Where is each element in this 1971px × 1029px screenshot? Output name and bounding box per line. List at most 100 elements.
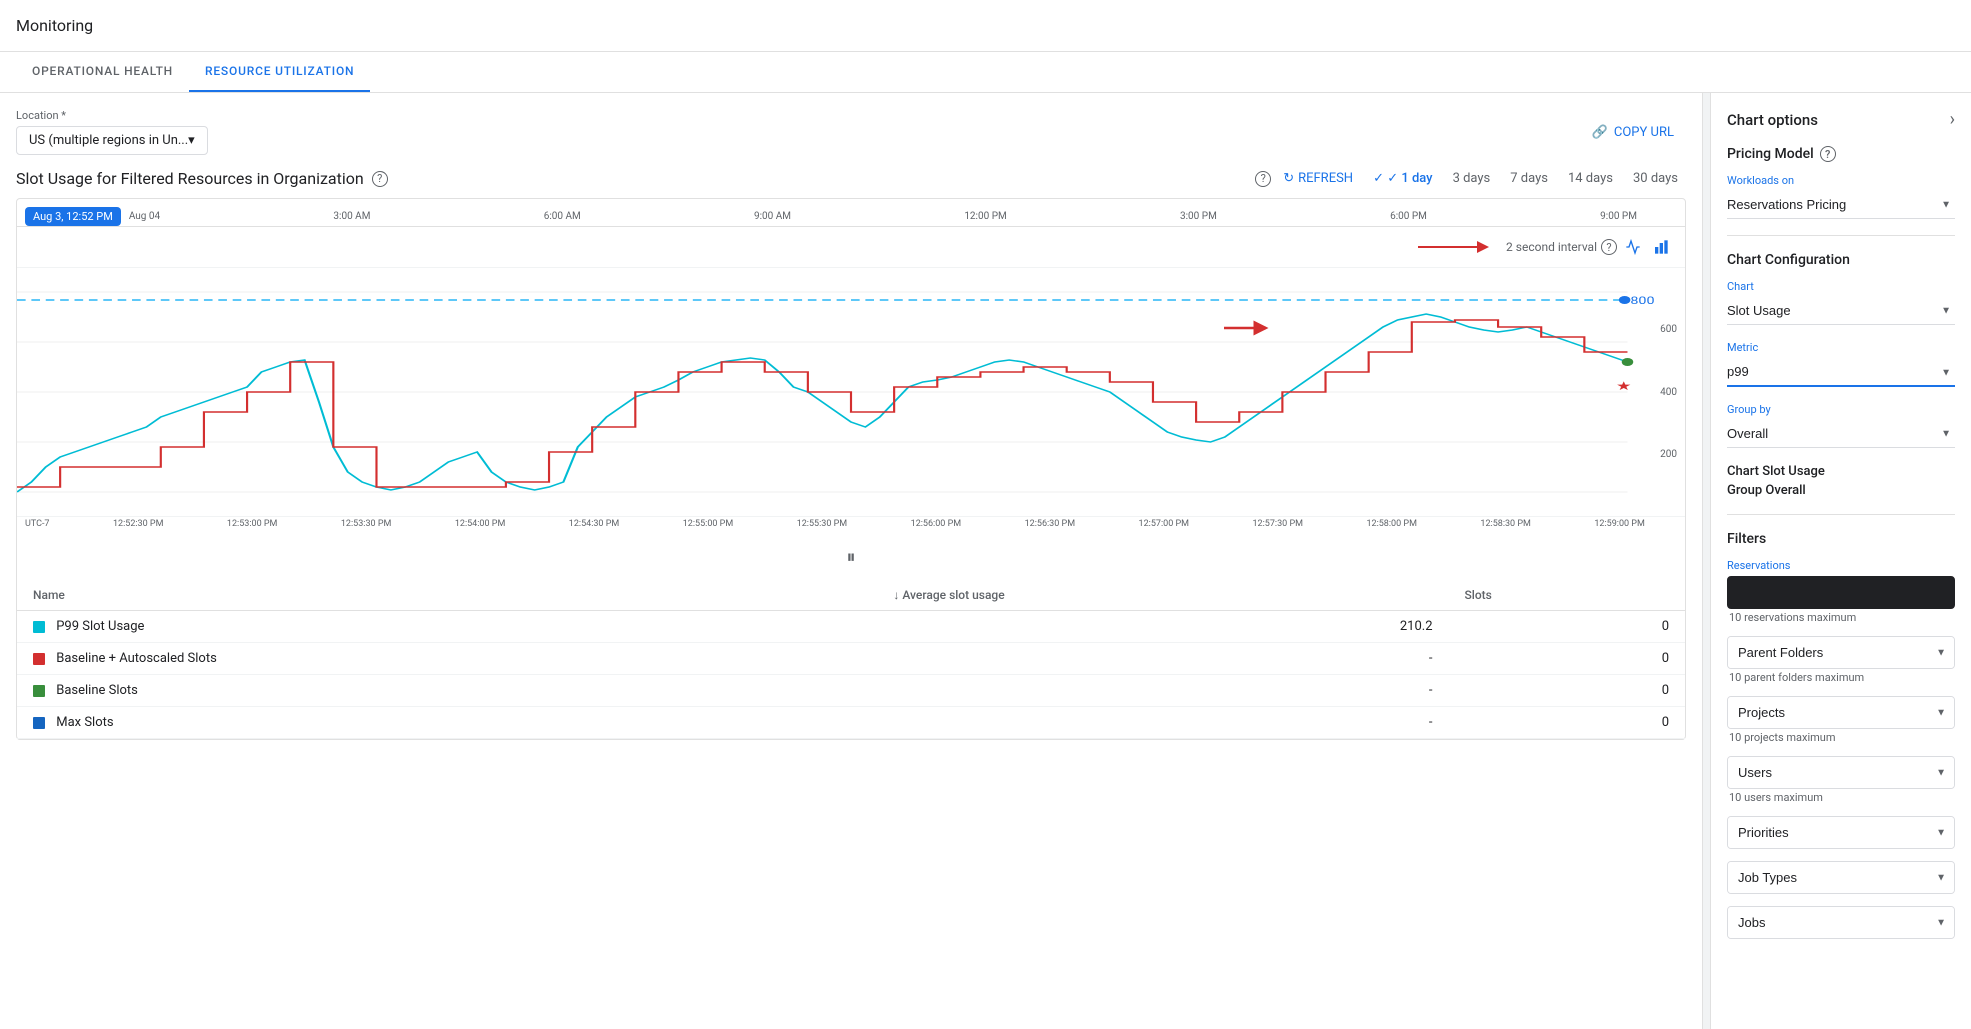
interval-label-group: 2 second interval ? xyxy=(1506,239,1617,255)
users-filter: Users 10 users maximum xyxy=(1727,756,1955,804)
workloads-select-wrapper: Reservations Pricing xyxy=(1727,191,1955,219)
chart-header: Slot Usage for Filtered Resources in Org… xyxy=(16,167,1686,190)
projects-filter: Projects 10 projects maximum xyxy=(1727,696,1955,744)
job-types-select[interactable]: Job Types xyxy=(1728,862,1954,893)
copy-url-button[interactable]: 🔗 COPY URL xyxy=(1580,119,1686,146)
chart-svg: 800 ★ xyxy=(17,272,1685,512)
row-1-color-dot xyxy=(33,621,45,633)
row-3-color-dot xyxy=(33,685,45,697)
tab-operational-health[interactable]: OPERATIONAL HEALTH xyxy=(16,52,189,92)
projects-select[interactable]: Projects xyxy=(1728,697,1954,728)
bar-chart-icon xyxy=(1653,239,1669,255)
group-overall-label: Group Overall xyxy=(1727,483,1955,498)
tab-resource-utilization[interactable]: RESOURCE UTILIZATION xyxy=(189,52,370,92)
panel-close-button[interactable]: › xyxy=(1950,109,1955,130)
row-2-slots: 0 xyxy=(1449,643,1686,675)
divider-2 xyxy=(1727,514,1955,515)
row-2-avg: - xyxy=(877,643,1448,675)
parent-folders-select-wrapper: Parent Folders xyxy=(1727,636,1955,669)
row-2-color-dot xyxy=(33,653,45,665)
svg-text:★: ★ xyxy=(1616,379,1631,394)
line-chart-icon-btn[interactable] xyxy=(1621,235,1645,259)
col-slots: Slots xyxy=(1449,580,1686,611)
reservations-hint: 10 reservations maximum xyxy=(1727,611,1955,624)
line-chart-icon xyxy=(1625,239,1641,255)
row-3-avg: - xyxy=(877,675,1448,707)
col-name: Name xyxy=(17,580,877,611)
users-hint: 10 users maximum xyxy=(1727,791,1955,804)
col-avg-slot-usage[interactable]: ↓ Average slot usage xyxy=(877,580,1448,611)
priorities-select[interactable]: Priorities xyxy=(1728,817,1954,848)
row-4-color-dot xyxy=(33,717,45,729)
row-4-avg: - xyxy=(877,707,1448,739)
row-1-avg: 210.2 xyxy=(877,611,1448,643)
row-1-slots: 0 xyxy=(1449,611,1686,643)
utc-label: UTC-7 xyxy=(25,519,50,529)
data-table: Name ↓ Average slot usage Slots P99 Slot… xyxy=(17,580,1685,739)
jobs-select[interactable]: Jobs xyxy=(1728,907,1954,938)
time-btn-14days[interactable]: 14 days xyxy=(1560,167,1621,190)
job-types-filter: Job Types xyxy=(1727,861,1955,894)
time-btn-30days[interactable]: 30 days xyxy=(1625,167,1686,190)
tabs-bar: OPERATIONAL HEALTH RESOURCE UTILIZATION xyxy=(0,52,1971,93)
time-9am: 9:00 AM xyxy=(754,211,791,222)
refresh-button[interactable]: ↻ REFRESH xyxy=(1283,171,1353,186)
metric-select-wrapper: p99 xyxy=(1727,358,1955,387)
time-range-buttons: ✓ 1 day 3 days 7 days 14 days 30 days xyxy=(1365,167,1686,190)
chart-field: Chart Slot Usage xyxy=(1727,280,1955,325)
interval-help-icon[interactable]: ? xyxy=(1601,239,1617,255)
content-area: Location * US (multiple regions in Un...… xyxy=(0,93,1703,1029)
parent-folders-select[interactable]: Parent Folders xyxy=(1728,637,1954,668)
row-3-name: Baseline Slots xyxy=(17,675,877,707)
group-by-select-wrapper: Overall xyxy=(1727,420,1955,448)
chart-controls: ? ↻ REFRESH ✓ 1 day 3 days 7 days 14 day… xyxy=(1255,167,1686,190)
pause-button[interactable]: ⏸ xyxy=(843,543,860,572)
app-header: Monitoring xyxy=(0,0,1971,52)
location-value: US (multiple regions in Un... xyxy=(29,133,188,148)
priorities-filter: Priorities xyxy=(1727,816,1955,849)
copy-url-label: COPY URL xyxy=(1614,125,1674,140)
location-dropdown[interactable]: US (multiple regions in Un... ▾ xyxy=(16,126,208,155)
time-9pm: 9:00 PM xyxy=(1600,211,1637,222)
chart-select[interactable]: Slot Usage xyxy=(1727,297,1955,325)
chart-controls-help-icon[interactable]: ? xyxy=(1255,171,1271,187)
time-btn-1day[interactable]: ✓ 1 day xyxy=(1365,167,1440,190)
table-row: Baseline Slots - 0 xyxy=(17,675,1685,707)
row-4-name: Max Slots xyxy=(17,707,877,739)
metric-label: Metric xyxy=(1727,341,1955,354)
time-6pm: 6:00 PM xyxy=(1390,211,1427,222)
row-2-name: Baseline + Autoscaled Slots xyxy=(17,643,877,675)
sort-icon: ↓ xyxy=(893,588,899,602)
users-select[interactable]: Users xyxy=(1728,757,1954,788)
filters-title: Filters xyxy=(1727,531,1955,547)
workloads-select[interactable]: Reservations Pricing xyxy=(1727,191,1955,219)
chart-config-title: Chart Configuration xyxy=(1727,252,1955,268)
scrollbar-area[interactable] xyxy=(1703,93,1711,1029)
time-3pm: 3:00 PM xyxy=(1180,211,1217,222)
svg-text:800: 800 xyxy=(1630,296,1654,307)
metric-field: Metric p99 xyxy=(1727,341,1955,387)
projects-select-wrapper: Projects xyxy=(1727,696,1955,729)
time-btn-3days[interactable]: 3 days xyxy=(1445,167,1499,190)
time-btn-7days[interactable]: 7 days xyxy=(1502,167,1556,190)
chart-top-bar: 2 second interval ? xyxy=(17,227,1685,268)
row-1-name: P99 Slot Usage xyxy=(17,611,877,643)
chevron-down-icon: ▾ xyxy=(188,133,195,148)
location-selector: Location * US (multiple regions in Un...… xyxy=(16,109,208,155)
pricing-model-help-icon[interactable]: ? xyxy=(1820,146,1836,162)
bar-chart-icon-btn[interactable] xyxy=(1649,235,1673,259)
metric-select[interactable]: p99 xyxy=(1727,358,1955,387)
chart-title-help-icon[interactable]: ? xyxy=(372,171,388,187)
interval-label: 2 second interval xyxy=(1506,240,1597,254)
parent-folders-hint: 10 parent folders maximum xyxy=(1727,671,1955,684)
group-by-field: Group by Overall xyxy=(1727,403,1955,448)
jobs-select-wrapper: Jobs xyxy=(1727,906,1955,939)
row-4-slots: 0 xyxy=(1449,707,1686,739)
time-3am: 3:00 AM xyxy=(333,211,370,222)
job-types-select-wrapper: Job Types xyxy=(1727,861,1955,894)
reservations-input[interactable] xyxy=(1727,576,1955,609)
table-row: Baseline + Autoscaled Slots - 0 xyxy=(17,643,1685,675)
reservations-filter: Reservations 10 reservations maximum xyxy=(1727,559,1955,624)
divider-1 xyxy=(1727,235,1955,236)
group-by-select[interactable]: Overall xyxy=(1727,420,1955,448)
